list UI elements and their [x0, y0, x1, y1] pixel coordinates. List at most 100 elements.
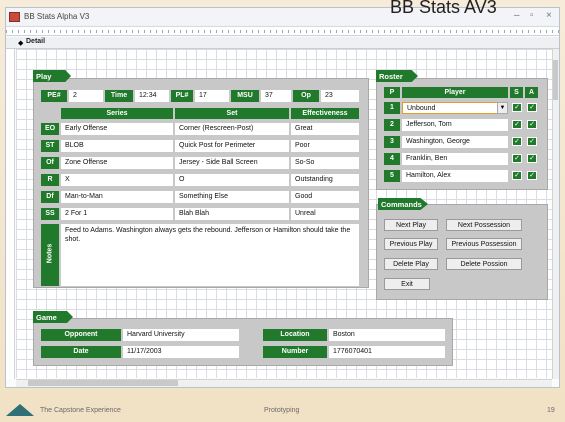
footer-left-text: The Capstone Experience	[40, 407, 121, 414]
player-select[interactable]: Unbound	[402, 102, 498, 114]
msu-score-field[interactable]: 37	[261, 90, 291, 102]
effectiveness-field[interactable]: Outstanding	[291, 174, 359, 186]
player-field[interactable]: Franklin, Ben	[402, 153, 508, 165]
game-number-field[interactable]: 1776070401	[329, 346, 445, 358]
series-field[interactable]: X	[61, 174, 173, 186]
commands-section-label: Commands	[378, 198, 428, 210]
starter-checkbox[interactable]: ✓	[512, 171, 522, 180]
location-label: Location	[263, 329, 327, 341]
pe-label: PE#	[41, 90, 67, 102]
set-field[interactable]: Blah Blah	[175, 208, 289, 220]
series-field[interactable]: Early Offense	[61, 123, 173, 135]
position-label: 4	[384, 153, 400, 165]
starter-checkbox[interactable]: ✓	[512, 154, 522, 163]
player-field[interactable]: Hamilton, Alex	[402, 170, 508, 182]
set-column-header: Set	[175, 108, 289, 119]
game-section	[33, 318, 453, 366]
row-code-label: ST	[41, 140, 59, 152]
opponent-label: Opponent	[41, 329, 121, 341]
location-field[interactable]: Boston	[329, 329, 445, 341]
position-label: 1	[384, 102, 400, 114]
active-checkbox[interactable]: ✓	[527, 103, 537, 112]
effectiveness-field[interactable]: So-So	[291, 157, 359, 169]
player-column-header: Player	[402, 87, 508, 98]
slide-title: BB Stats AV3	[390, 0, 497, 17]
effectiveness-field[interactable]: Great	[291, 123, 359, 135]
previous-possession-button[interactable]: Previous Possession	[446, 238, 522, 250]
minimize-icon[interactable]: –	[514, 10, 520, 21]
series-field[interactable]: BLOB	[61, 140, 173, 152]
pl-field[interactable]: 17	[195, 90, 229, 102]
window-title: BB Stats Alpha V3	[24, 12, 90, 21]
detail-section-label: Detail	[26, 38, 46, 45]
vertical-ruler	[6, 49, 15, 379]
row-code-label: SS	[41, 208, 59, 220]
play-section-label: Play	[33, 70, 71, 82]
effectiveness-field[interactable]: Poor	[291, 140, 359, 152]
previous-play-button[interactable]: Previous Play	[384, 238, 438, 250]
row-code-label: Df	[41, 191, 59, 203]
detail-section-bar[interactable]: ◆ Detail	[6, 37, 559, 49]
series-field[interactable]: Man-to-Man	[61, 191, 173, 203]
set-field[interactable]: Jersey - Side Ball Screen	[175, 157, 289, 169]
pe-field[interactable]: 2	[69, 90, 103, 102]
exit-button[interactable]: Exit	[384, 278, 430, 290]
position-column-header: P	[384, 87, 400, 98]
effectiveness-field[interactable]: Unreal	[291, 208, 359, 220]
delete-possession-button[interactable]: Delete Possion	[446, 258, 522, 270]
detail-section-icon: ◆	[18, 40, 24, 47]
next-play-button[interactable]: Next Play	[384, 219, 438, 231]
vertical-scroll-thumb[interactable]	[553, 60, 558, 100]
player-field[interactable]: Jefferson, Tom	[402, 119, 508, 131]
starter-checkbox[interactable]: ✓	[512, 120, 522, 129]
app-icon	[9, 12, 20, 22]
set-field[interactable]: Something Else	[175, 191, 289, 203]
active-checkbox[interactable]: ✓	[527, 120, 537, 129]
date-field[interactable]: 11/17/2003	[123, 346, 239, 358]
row-code-label: Of	[41, 157, 59, 169]
s-column-header: S	[510, 87, 523, 98]
chevron-down-icon[interactable]: ▼	[497, 102, 508, 114]
notes-label-text: Notes	[46, 243, 54, 264]
starter-checkbox[interactable]: ✓	[512, 137, 522, 146]
footer-center-text: Prototyping	[264, 407, 300, 414]
delete-play-button[interactable]: Delete Play	[384, 258, 438, 270]
next-possession-button[interactable]: Next Possession	[446, 219, 522, 231]
position-label: 5	[384, 170, 400, 182]
set-field[interactable]: O	[175, 174, 289, 186]
opponent-score-field[interactable]: 23	[321, 90, 359, 102]
time-field[interactable]: 12:34	[135, 90, 169, 102]
page-number: 19	[547, 407, 555, 414]
series-column-header: Series	[61, 108, 173, 119]
player-field[interactable]: Washington, George	[402, 136, 508, 148]
roster-section-label: Roster	[376, 70, 418, 82]
number-label: Number	[263, 346, 327, 358]
active-checkbox[interactable]: ✓	[527, 154, 537, 163]
opponent-field[interactable]: Harvard University	[123, 329, 239, 341]
active-checkbox[interactable]: ✓	[527, 171, 537, 180]
date-label: Date	[41, 346, 121, 358]
effectiveness-column-header: Effectiveness	[291, 108, 359, 119]
close-icon[interactable]: ×	[546, 10, 552, 21]
a-column-header: A	[525, 87, 538, 98]
series-field[interactable]: Zone Offense	[61, 157, 173, 169]
horizontal-ruler	[6, 27, 559, 36]
set-field[interactable]: Corner (Rescreen-Post)	[175, 123, 289, 135]
row-code-label: EO	[41, 123, 59, 135]
set-field[interactable]: Quick Post for Perimeter	[175, 140, 289, 152]
notes-field[interactable]: Feed to Adams. Washington always gets th…	[61, 224, 359, 286]
capstone-logo-icon	[6, 404, 34, 416]
position-label: 3	[384, 136, 400, 148]
notes-label: Notes	[41, 224, 59, 286]
row-code-label: R	[41, 174, 59, 186]
maximize-icon[interactable]: ▫	[530, 10, 534, 21]
msu-label: MSU	[231, 90, 259, 102]
effectiveness-field[interactable]: Good	[291, 191, 359, 203]
active-checkbox[interactable]: ✓	[527, 137, 537, 146]
series-field[interactable]: 2 For 1	[61, 208, 173, 220]
game-section-label: Game	[33, 311, 73, 323]
starter-checkbox[interactable]: ✓	[512, 103, 522, 112]
position-label: 2	[384, 119, 400, 131]
horizontal-scroll-thumb[interactable]	[28, 380, 178, 386]
op-label: Op	[293, 90, 319, 102]
